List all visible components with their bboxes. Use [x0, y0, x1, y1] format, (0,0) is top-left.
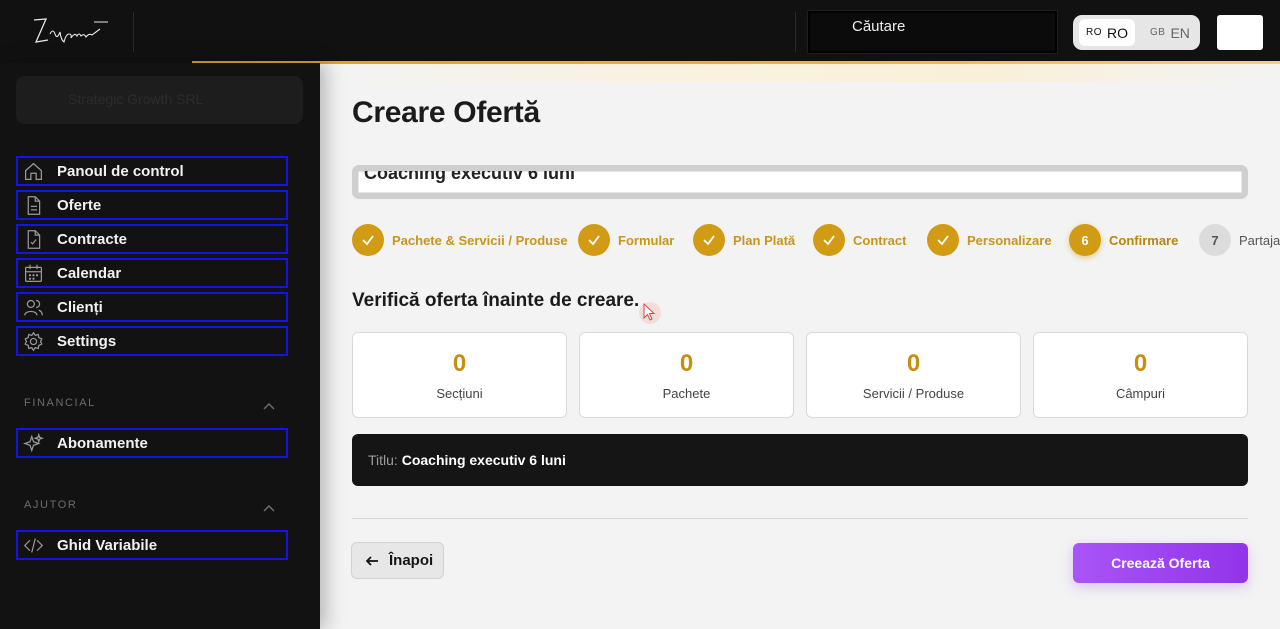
stat-label: Pachete: [662, 386, 711, 401]
section-title-help: AJUTOR: [24, 499, 78, 511]
step-label: Confirmare: [1109, 232, 1179, 248]
back-button-label: Înapoi: [389, 552, 434, 569]
summary-value: Coaching executiv 6 luni: [401, 452, 566, 468]
sidebar-item-dashboard[interactable]: Panoul de control: [16, 156, 288, 186]
check-icon: [927, 224, 959, 256]
stat-label: Secțiuni: [436, 386, 483, 401]
sidebar-item-label: Contracte: [57, 230, 128, 248]
offer-title-value: Coaching executiv 6 luni: [364, 165, 576, 183]
sidebar-item-settings[interactable]: Settings: [16, 326, 288, 356]
stat-card-fields: 0 Câmpuri: [1033, 332, 1248, 418]
check-icon: [693, 224, 725, 256]
sidebar-item-label: Settings: [57, 332, 117, 350]
sidebar-item-subscriptions[interactable]: Abonamente: [16, 428, 288, 458]
stat-label: Câmpuri: [1115, 386, 1166, 401]
sidebar-item-calendar[interactable]: Calendar: [16, 258, 288, 288]
step-label: Plan Plată: [733, 232, 796, 248]
sidebar-item-clients[interactable]: Clienți: [16, 292, 288, 322]
page-title: Creare Ofertă: [352, 96, 540, 129]
lang-ro-label: RO: [1107, 24, 1128, 41]
step-label: Personalizare: [967, 232, 1052, 248]
offer-summary: Titlu: Coaching executiv 6 luni: [352, 434, 1248, 486]
step-label: Contract: [853, 232, 907, 248]
step-label: Pachete & Servicii / Produse: [392, 232, 568, 248]
signed-document-icon: [21, 227, 45, 251]
verify-heading: Verifică oferta înainte de creare.: [352, 290, 640, 311]
users-icon: [21, 295, 45, 319]
mouse-cursor-icon: [638, 300, 662, 326]
lang-option-ro[interactable]: RO RO: [1079, 19, 1135, 46]
stat-card-packages: 0 Pachete: [579, 332, 794, 418]
lang-option-en[interactable]: GB EN: [1143, 19, 1197, 46]
chevron-up-icon[interactable]: [262, 500, 276, 512]
section-title-financial: FINANCIAL: [24, 397, 96, 409]
step-label: Partajare: [1239, 232, 1280, 248]
sidebar-item-offers[interactable]: Oferte: [16, 190, 288, 220]
document-icon: [21, 193, 45, 217]
flag-ro-code: RO: [1086, 27, 1102, 38]
search-divider: [795, 12, 796, 52]
step-number: 7: [1199, 224, 1231, 256]
sidebar: Strategic Growth SRL Panoul de control O…: [0, 63, 320, 629]
gear-icon: [21, 329, 45, 353]
check-icon: [352, 224, 384, 256]
stepper: Pachete & Servicii / Produse Formular Pl…: [352, 224, 1280, 256]
sidebar-item-label: Calendar: [57, 264, 122, 282]
stat-label: Servicii / Produse: [862, 386, 965, 401]
search-label: Căutare: [852, 18, 906, 35]
create-offer-button[interactable]: Creează Oferta: [1073, 543, 1248, 583]
lang-en-label: EN: [1170, 24, 1190, 41]
organization-selector[interactable]: Strategic Growth SRL: [16, 76, 303, 124]
logo-divider: [133, 12, 134, 52]
sidebar-item-contracts[interactable]: Contracte: [16, 224, 288, 254]
step-form[interactable]: Formular: [578, 224, 674, 256]
check-icon: [813, 224, 845, 256]
chevron-up-icon[interactable]: [262, 398, 276, 410]
summary-key: Titlu:: [368, 452, 398, 468]
language-switcher: RO RO GB EN: [1073, 15, 1200, 50]
logo[interactable]: [30, 14, 114, 50]
stat-value: 0: [906, 350, 921, 377]
organization-name: Strategic Growth SRL: [68, 91, 204, 107]
sparkles-icon: [21, 431, 45, 455]
search-input[interactable]: Căutare: [807, 10, 1058, 54]
step-number: 6: [1069, 224, 1101, 256]
sidebar-item-label: Abonamente: [57, 434, 148, 452]
stat-card-sections: 0 Secțiuni: [352, 332, 567, 418]
divider: [352, 518, 1248, 519]
avatar[interactable]: [1217, 15, 1263, 50]
step-customize[interactable]: Personalizare: [927, 224, 1052, 256]
step-confirmation[interactable]: 6 Confirmare: [1069, 224, 1178, 256]
stat-value: 0: [1133, 350, 1148, 377]
check-icon: [578, 224, 610, 256]
back-button[interactable]: Înapoi: [351, 542, 444, 579]
sidebar-item-variables-guide[interactable]: Ghid Variabile: [16, 530, 288, 560]
offer-title-input[interactable]: Coaching executiv 6 luni: [352, 165, 1248, 199]
flag-gb-code: GB: [1150, 27, 1166, 38]
stat-value: 0: [679, 350, 694, 377]
step-contract[interactable]: Contract: [813, 224, 906, 256]
home-icon: [21, 159, 45, 183]
calendar-icon: [21, 261, 45, 285]
sidebar-item-label: Oferte: [57, 196, 102, 214]
step-sharing[interactable]: 7 Partajare: [1199, 224, 1280, 256]
create-offer-label: Creează Oferta: [1111, 555, 1210, 571]
step-payment-plan[interactable]: Plan Plată: [693, 224, 795, 256]
code-icon: [21, 533, 45, 557]
step-packages[interactable]: Pachete & Servicii / Produse: [352, 224, 568, 256]
arrow-left-icon: [365, 555, 378, 566]
sidebar-item-label: Clienți: [57, 298, 103, 316]
stat-card-services: 0 Servicii / Produse: [806, 332, 1021, 418]
step-label: Formular: [618, 232, 675, 248]
stat-value: 0: [452, 350, 467, 377]
top-bar: Căutare RO RO GB EN: [0, 0, 1280, 63]
header-glow: [320, 64, 1280, 82]
sidebar-item-label: Ghid Variabile: [57, 536, 158, 554]
sidebar-item-label: Panoul de control: [57, 162, 184, 180]
